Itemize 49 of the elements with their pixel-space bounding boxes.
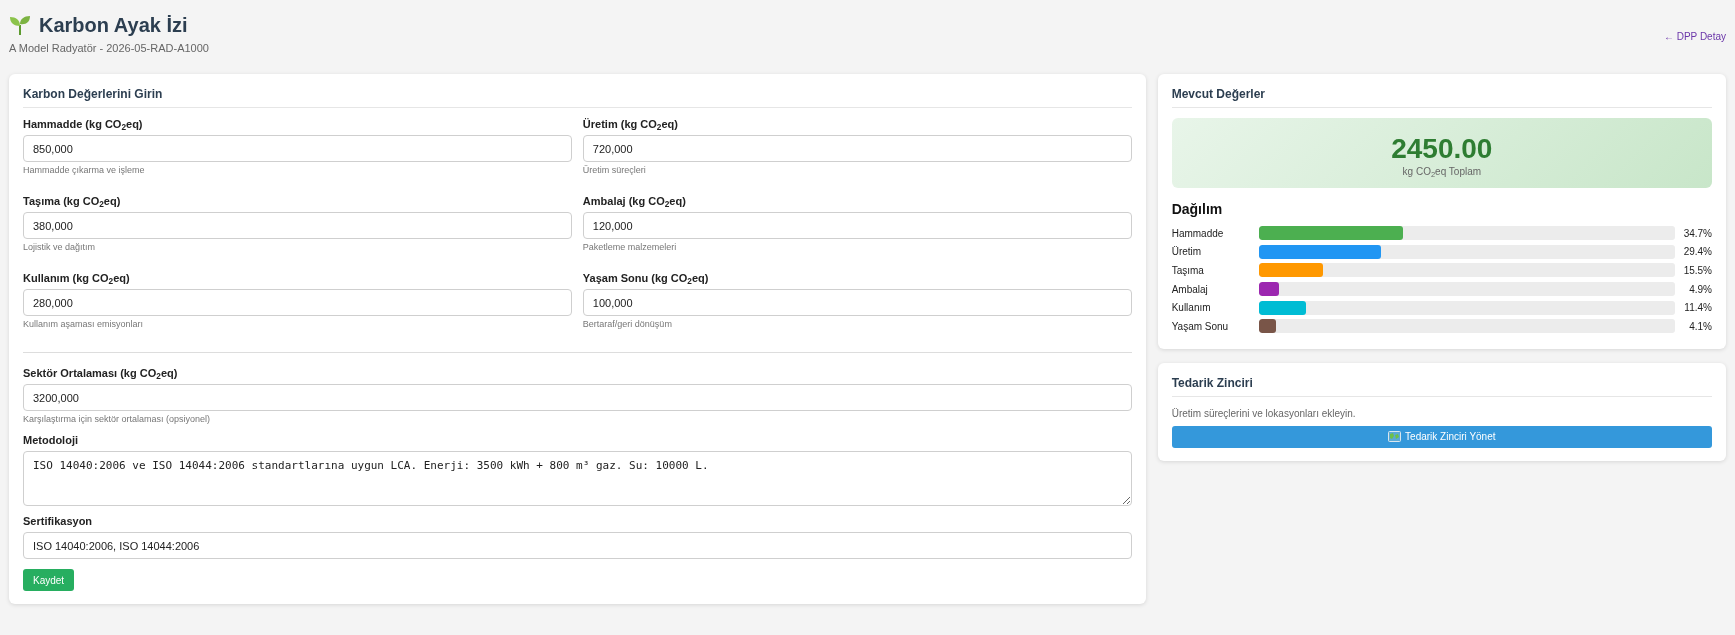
- breakdown-label: Taşıma: [1171, 264, 1205, 278]
- breakdown-value: 4.9%: [1688, 282, 1712, 297]
- breakdown-value: 4.1%: [1688, 319, 1712, 334]
- breakdown-label: Hammadde: [1171, 226, 1225, 241]
- field-label: Hammadde (kg CO$_{2}$eq): [23, 118, 144, 131]
- breakdown-value: 34.7%: [1682, 226, 1712, 241]
- input-field[interactable]: 280,000: [23, 289, 572, 316]
- help-text: Karşılaştırma için sektör ortalaması (opsiyonel): [23, 414, 212, 425]
- breakdown-value: 11.4%: [1683, 301, 1712, 316]
- card-title: Karbon Değerlerini Girin: [23, 87, 1132, 108]
- page-subtitle: A Model Radyatör - 2026-05-RAD-A1000: [9, 41, 209, 55]
- field-label: Taşıma (kg CO$_{2}$eq): [23, 195, 122, 208]
- back-link[interactable]: ← DPP Detay: [1663, 29, 1726, 44]
- total-value: 2450.00: [1390, 133, 1494, 165]
- text-area-field[interactable]: ISO 14040:2006 ve ISO 14044:2006 standartlarına uygun LCA. Enerji: 3500 kWh + 800 m³ gaz. Su: 10000 L.: [23, 451, 1132, 506]
- input-field[interactable]: 3200,000: [23, 384, 1132, 411]
- help-text: Bertaraf/geri dönüşüm: [582, 319, 673, 330]
- breakdown-value: 29.4%: [1682, 245, 1712, 260]
- input-field[interactable]: 100,000: [582, 289, 1132, 316]
- breakdown-label: Ambalaj: [1171, 282, 1209, 297]
- field-label: Yaşam Sonu (kg CO$_{2}$eq): [582, 272, 710, 285]
- help-text: Hammadde çıkarma ve işleme: [23, 165, 146, 176]
- breakdown-value: 15.5%: [1682, 264, 1712, 278]
- breakdown-label: Üretim: [1171, 245, 1203, 260]
- breakdown-label: Yaşam Sonu: [1171, 319, 1230, 334]
- field-label: Kullanım (kg CO$_{2}$eq): [23, 272, 131, 285]
- input-field[interactable]: 850,000: [23, 135, 572, 162]
- field-label: Sektör Ortalaması (kg CO$_{2}$eq): [23, 367, 179, 380]
- help-text: Paketleme malzemeleri: [582, 242, 678, 253]
- sprout-icon: [9, 14, 31, 36]
- input-field[interactable]: 380,000: [23, 212, 572, 239]
- field-label: Metodoloji: [23, 434, 79, 447]
- help-text: Kullanım aşaması emisyonları: [23, 319, 145, 330]
- field-label: Üretim (kg CO$_{2}$eq): [582, 118, 679, 131]
- help-text: Üretim süreçleri: [582, 165, 647, 176]
- card-title: Tedarik Zinciri: [1171, 375, 1712, 397]
- description-text: Üretim süreçlerini ve lokasyonları ekleyin.: [1171, 406, 1357, 420]
- breakdown-label: Kullanım: [1171, 301, 1212, 316]
- help-text: Lojistik ve dağıtım: [23, 242, 97, 253]
- field-label: Sertifikasyon: [23, 515, 94, 528]
- total-label: kg CO$_{2}$eq Toplam: [1401, 165, 1483, 178]
- map-icon: [1388, 431, 1402, 443]
- section-heading: Dağılım: [1171, 201, 1224, 218]
- page-title: Karbon Ayak İzi: [39, 13, 188, 37]
- input-field[interactable]: 720,000: [582, 135, 1132, 162]
- input-field[interactable]: 120,000: [582, 212, 1132, 239]
- card-title: Mevcut Değerler: [1171, 87, 1712, 108]
- input-field[interactable]: ISO 14040:2006, ISO 14044:2006: [23, 532, 1132, 559]
- field-label: Ambalaj (kg CO$_{2}$eq): [582, 195, 687, 208]
